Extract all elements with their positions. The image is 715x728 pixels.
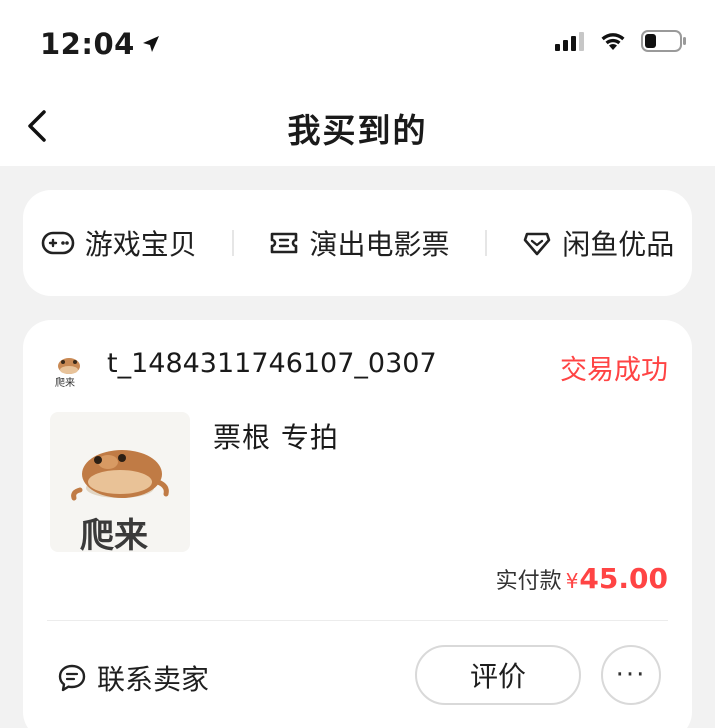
divider: [47, 620, 668, 621]
order-card[interactable]: 爬来 t_1484311746107_0307 交易成功 爬来 票根 专拍 实付…: [23, 320, 692, 728]
status-bar: 12:04: [0, 0, 715, 86]
seller-avatar[interactable]: 爬来: [53, 352, 85, 389]
contact-seller-button[interactable]: 联系卖家: [57, 658, 209, 698]
currency-symbol: ¥: [565, 569, 579, 593]
seller-name[interactable]: t_1484311746107_0307: [107, 348, 437, 379]
price-value: 45.00: [579, 562, 668, 595]
image-caption: 爬来: [80, 516, 148, 552]
category-show-tickets[interactable]: 演出电影票: [269, 223, 450, 263]
price-row: 实付款 ¥ 45.00: [496, 562, 668, 595]
avatar-caption: 爬来: [55, 378, 75, 389]
category-game-items[interactable]: 游戏宝贝: [41, 223, 197, 263]
product-title[interactable]: 票根 专拍: [213, 416, 339, 456]
status-time: 12:04: [40, 27, 161, 61]
category-bar: 游戏宝贝 演出电影票 闲鱼优品: [23, 190, 692, 296]
location-arrow-icon: [142, 36, 159, 52]
review-button[interactable]: 评价: [415, 645, 581, 705]
order-status: 交易成功: [560, 355, 668, 386]
product-image[interactable]: 爬来: [50, 412, 190, 552]
divider: [484, 230, 487, 256]
battery-icon: [641, 30, 686, 52]
price-label: 实付款: [495, 569, 562, 594]
signal-icon: [555, 32, 584, 51]
category-label: 游戏宝贝: [84, 228, 197, 261]
gamepad-icon: [41, 231, 74, 255]
seller-row[interactable]: 爬来 t_1484311746107_0307 交易成功: [23, 344, 692, 392]
ticket-icon: [271, 232, 298, 254]
more-button[interactable]: ···: [601, 645, 661, 705]
category-label: 闲鱼优品: [562, 228, 675, 261]
status-time-text: 12:04: [40, 27, 135, 61]
page-title: 我买到的: [287, 111, 428, 150]
status-icons: [555, 30, 687, 52]
nav-bar: 我买到的: [0, 86, 715, 166]
divider: [232, 230, 235, 256]
category-premium-goods[interactable]: 闲鱼优品: [522, 223, 674, 263]
diamond-tag-icon: [523, 232, 551, 256]
wifi-icon: [601, 33, 625, 50]
header-area: 12:04 我买到的: [0, 0, 715, 166]
contact-seller-label: 联系卖家: [97, 663, 210, 696]
category-label: 演出电影票: [309, 228, 450, 261]
chat-bubble-icon: [58, 664, 86, 692]
